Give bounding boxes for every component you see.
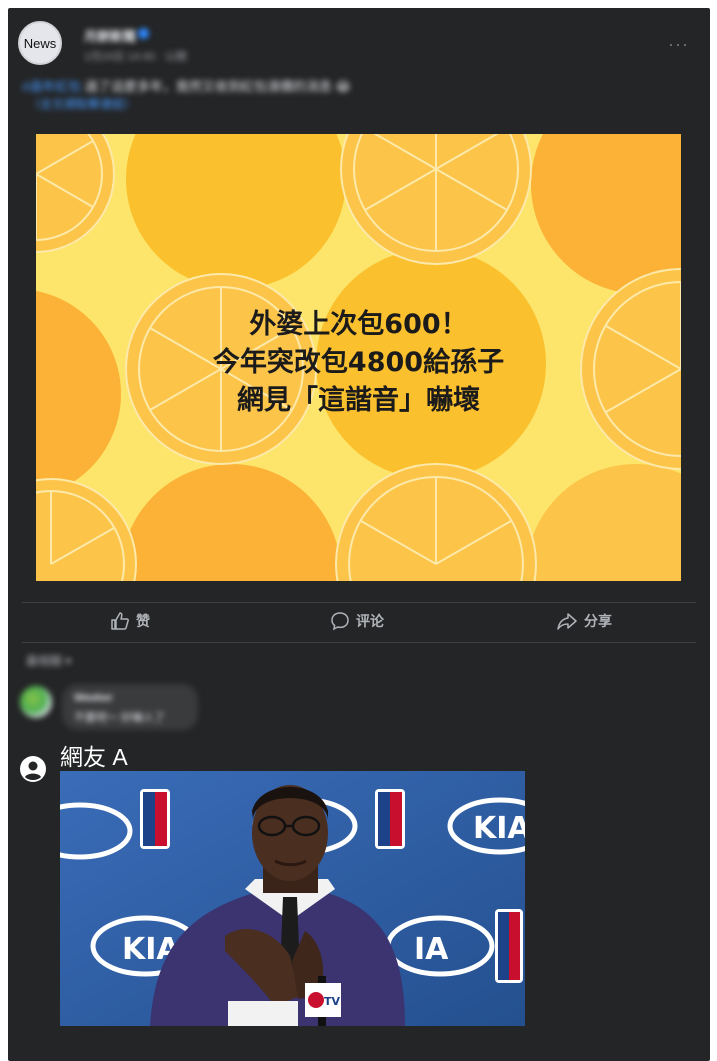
comment-sort-dropdown[interactable]: 最相關 ▾ bbox=[26, 652, 71, 669]
verified-badge-icon bbox=[138, 28, 149, 39]
comment-author[interactable]: Weeker bbox=[74, 692, 113, 704]
page-avatar[interactable]: News bbox=[18, 21, 62, 65]
post-header: News 月餅新聞 1月24日 14:40 · 公開 ··· #過年紅包 過了這… bbox=[8, 8, 710, 128]
comment-text: 不要吧～ 好嚇人了 bbox=[74, 712, 166, 724]
more-horizontal-icon[interactable]: ··· bbox=[668, 34, 689, 55]
share-label: 分享 bbox=[584, 613, 612, 629]
share-button[interactable]: 分享 bbox=[556, 606, 612, 636]
divider-bottom bbox=[22, 642, 696, 643]
divider-top bbox=[22, 602, 696, 603]
comment-bubble: Weeker 不要吧～ 好嚇人了 bbox=[62, 684, 198, 730]
banner-line-3: 網見「這諧音」嚇壞 bbox=[237, 385, 480, 416]
comment-icon bbox=[331, 612, 349, 631]
avatar-text: News bbox=[23, 35, 57, 51]
reply-photo[interactable]: KIA KIA IA TV bbox=[60, 771, 525, 1026]
thumbs-up-icon bbox=[111, 612, 129, 630]
like-label: 赞 bbox=[136, 613, 150, 629]
share-icon bbox=[557, 613, 577, 630]
banner-line-1: 外婆上次包600！ bbox=[249, 309, 468, 340]
post-link[interactable]: （全文請點擊連結） bbox=[28, 95, 136, 112]
svg-text:IA: IA bbox=[414, 932, 449, 967]
post-image[interactable]: 外婆上次包600！ 今年突改包4800給孫子 網見「這諧音」嚇壞 bbox=[36, 134, 681, 581]
crying-man-press-conference-photo: KIA KIA IA TV bbox=[60, 771, 525, 1026]
comment-button[interactable]: 评论 bbox=[330, 606, 384, 636]
svg-text:KIA: KIA bbox=[473, 811, 525, 846]
post-body: #過年紅包 過了這麼多年，竟然又收到紅包漲價的消息 😂 bbox=[22, 76, 351, 95]
commenter-avatar[interactable] bbox=[20, 686, 52, 718]
post-hashtag[interactable]: #過年紅包 bbox=[22, 79, 81, 94]
post-timestamp[interactable]: 1月24日 14:40 · 公開 bbox=[84, 48, 187, 64]
like-button[interactable]: 赞 bbox=[110, 606, 150, 636]
post-body-text: 過了這麼多年，竟然又收到紅包漲價的消息 😂 bbox=[81, 79, 351, 94]
reply-author-name[interactable]: 網友 A bbox=[60, 738, 128, 772]
person-circle-icon[interactable] bbox=[20, 756, 46, 782]
banner-line-2: 今年突改包4800給孫子 bbox=[212, 347, 505, 378]
page-name[interactable]: 月餅新聞 bbox=[84, 26, 136, 45]
comment-label: 评论 bbox=[356, 613, 384, 629]
post-card: News 月餅新聞 1月24日 14:40 · 公開 ··· #過年紅包 過了這… bbox=[8, 8, 710, 1061]
banner-headline: 外婆上次包600！ 今年突改包4800給孫子 網見「這諧音」嚇壞 bbox=[36, 306, 681, 420]
post-actions-bar: 赞 评论 分享 bbox=[22, 606, 696, 636]
svg-text:TV: TV bbox=[324, 995, 341, 1008]
